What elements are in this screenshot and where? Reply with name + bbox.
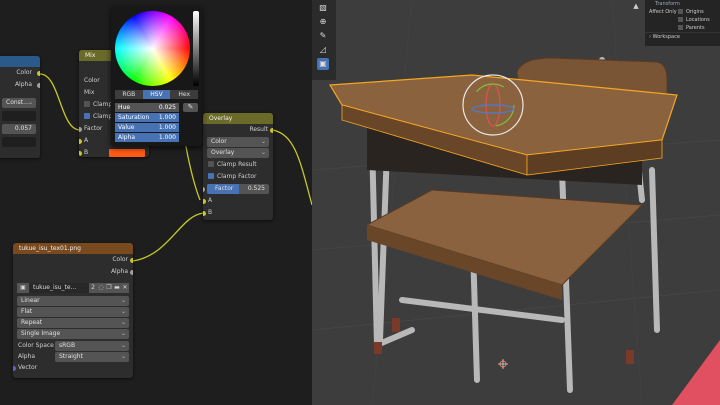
overlay-node-header[interactable]: Overlay xyxy=(203,113,273,124)
factor-slider[interactable]: Factor 0.525 xyxy=(203,184,269,194)
foot-2 xyxy=(374,342,382,354)
overlay-node[interactable]: Overlay Result Color ⌄ Overlay ⌄ Clamp Res… xyxy=(203,113,273,220)
workspace-header[interactable]: › Workspace xyxy=(645,32,720,40)
clamp-factor-checkbox[interactable]: Clamp Factor xyxy=(203,171,273,183)
empty-field[interactable] xyxy=(2,111,36,121)
transform-icon[interactable]: ▣ xyxy=(317,58,329,70)
input-node-header[interactable] xyxy=(0,56,40,67)
fake-user-icon[interactable]: ◌ xyxy=(97,283,105,293)
mode-dropdown[interactable]: Const... ⌄ xyxy=(2,98,36,108)
alpha-field[interactable]: Alpha 1.000 xyxy=(115,133,179,142)
extension-dropdown[interactable]: Repeat ⌄ xyxy=(17,318,129,328)
scale-icon[interactable]: ◿ xyxy=(317,44,329,56)
parents-row[interactable]: Parents xyxy=(645,24,720,32)
image-node-header[interactable]: tukue_isu_tex01.png xyxy=(13,243,133,254)
3d-viewport[interactable]: ▧ ⊕ ✎ ◿ ▣ xyxy=(312,0,720,405)
locations-row[interactable]: Locations xyxy=(645,16,720,24)
overlay-output-result: Result xyxy=(203,124,273,136)
source-dropdown[interactable]: Single Image ⌄ xyxy=(17,329,129,339)
checkbox-icon[interactable] xyxy=(678,17,683,22)
image-input-vector: Vector xyxy=(13,362,133,374)
alpha-mode-dropdown[interactable]: Straight ⌄ xyxy=(55,352,129,362)
saturation-field[interactable]: Saturation 1.000 xyxy=(115,113,179,122)
overlay-input-a: A xyxy=(203,195,273,207)
color-swatch[interactable] xyxy=(109,149,145,157)
duplicate-icon[interactable]: ❐ xyxy=(105,283,113,293)
checkbox-icon[interactable] xyxy=(84,101,90,107)
socket-factor[interactable] xyxy=(203,187,205,192)
color-mode-tabs: RGB HSV Hex xyxy=(115,90,199,99)
clamp-result-checkbox[interactable]: Clamp Result xyxy=(203,159,273,171)
data-type-dropdown[interactable]: Color ⌄ xyxy=(207,137,269,147)
input-node[interactable]: Color Alpha Const... ⌄ 0.057 xyxy=(0,56,40,158)
overlay-input-b: B xyxy=(203,207,273,219)
image-browse-icon[interactable]: ▣ xyxy=(17,283,29,293)
socket-alpha[interactable] xyxy=(130,270,133,275)
mix-input-b: B xyxy=(79,147,149,157)
cursor-icon[interactable]: ⊕ xyxy=(317,16,329,28)
node-editor[interactable]: Color Alpha Const... ⌄ 0.057 Mix Color Mi… xyxy=(0,0,312,405)
checkbox-checked-icon[interactable] xyxy=(84,113,90,119)
move-icon[interactable]: ✎ xyxy=(317,30,329,42)
image-output-color: Color xyxy=(13,254,133,266)
viewport-scene xyxy=(312,0,720,405)
image-selector[interactable]: ▣ tukue_isu_te... 2 ◌ ❐ ▬ ✕ xyxy=(17,283,129,293)
transform-header[interactable]: Transform xyxy=(645,0,720,8)
link-image-b xyxy=(132,212,205,262)
value-slider[interactable] xyxy=(193,11,199,86)
image-output-alpha: Alpha xyxy=(13,266,133,278)
foot-3 xyxy=(626,350,634,364)
socket-color[interactable] xyxy=(37,71,40,76)
checkbox-icon[interactable] xyxy=(208,161,214,167)
eyedropper-icon[interactable]: ✎ xyxy=(183,103,198,112)
checkbox-icon[interactable] xyxy=(678,9,683,14)
checkbox-checked-icon[interactable] xyxy=(208,173,214,179)
viewport-options-panel: Transform Affect Only Origins Locations P… xyxy=(633,0,720,46)
output-alpha: Alpha xyxy=(0,79,40,91)
hsv-fields: Hue 0.025 Saturation 1.000 Value 1.000 Alph… xyxy=(115,103,179,143)
tab-hex[interactable]: Hex xyxy=(170,90,199,99)
color-space-row: Color Space sRGB ⌄ xyxy=(13,340,133,351)
image-texture-node[interactable]: tukue_isu_tex01.png Color Alpha ▣ tukue_… xyxy=(13,243,133,378)
projection-dropdown[interactable]: Flat ⌄ xyxy=(17,307,129,317)
socket-b[interactable] xyxy=(203,211,206,216)
pin-icon[interactable]: ▲ xyxy=(631,2,641,12)
value-field[interactable]: Value 1.000 xyxy=(115,123,179,132)
socket-factor[interactable] xyxy=(79,127,82,132)
close-icon[interactable]: ✕ xyxy=(121,283,129,293)
color-space-dropdown[interactable]: sRGB ⌄ xyxy=(55,341,129,351)
socket-b[interactable] xyxy=(79,151,82,156)
socket-alpha[interactable] xyxy=(37,83,40,88)
affect-only-row: Affect Only Origins xyxy=(649,9,704,15)
link-color-factor xyxy=(39,73,81,131)
socket-result[interactable] xyxy=(270,128,273,133)
hue-field[interactable]: Hue 0.025 xyxy=(115,103,179,112)
tab-rgb[interactable]: RGB xyxy=(115,90,143,99)
interpolation-dropdown[interactable]: Linear ⌄ xyxy=(17,296,129,306)
output-color: Color xyxy=(0,67,40,79)
socket-a[interactable] xyxy=(203,199,206,204)
alpha-row: Alpha Straight ⌄ xyxy=(13,351,133,362)
color-picker-popup[interactable]: RGB HSV Hex Hue 0.025 Saturation 1.000 Val… xyxy=(111,6,202,146)
folder-icon[interactable]: ▬ xyxy=(113,283,121,293)
checkbox-icon[interactable] xyxy=(678,25,683,30)
value-field[interactable]: 0.057 xyxy=(2,124,36,134)
socket-color[interactable] xyxy=(130,258,133,263)
select-icon[interactable]: ▧ xyxy=(317,2,329,14)
color-wheel[interactable] xyxy=(115,11,190,86)
foot-1 xyxy=(392,318,400,332)
link-result xyxy=(272,129,312,206)
red-object xyxy=(672,340,720,405)
socket-vector[interactable] xyxy=(13,366,16,371)
socket-a[interactable] xyxy=(79,139,82,144)
empty-field-2[interactable] xyxy=(2,137,36,147)
blend-mode-dropdown[interactable]: Overlay ⌄ xyxy=(207,148,269,158)
tab-hsv[interactable]: HSV xyxy=(142,90,171,99)
